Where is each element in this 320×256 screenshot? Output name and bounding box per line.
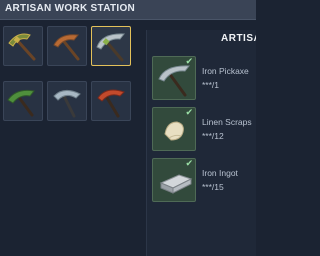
requirement-count: ***/1 [202,80,220,90]
pickaxe-icon [97,89,125,118]
tool-slot-steel-pickaxe[interactable] [47,81,87,121]
requirement-count: ***/12 [202,131,224,141]
tool-slot-bronze-pickaxe[interactable] [47,26,87,66]
artisan-window: ARTISAN WORK STATION ARTIS ✔ Iron Pickax… [0,0,256,256]
check-icon: ✔ [185,159,193,169]
requirement-name: Iron Ingot [202,168,238,178]
title-bar: ARTISAN WORK STATION [0,0,256,20]
requirement-icon-slot: ✔ [152,158,196,202]
pickaxe-icon [8,33,36,61]
recipe-panel: ARTISA ✔ Iron Pickaxe ***/1 ✔ Linen Scra… [146,30,256,256]
requirement-icon-slot: ✔ [152,107,196,151]
pickaxe-icon [53,90,81,118]
window-title: ARTISAN WORK STATION [5,3,136,14]
requirement-icon-slot: ✔ [152,56,196,100]
requirement-iron-pickaxe[interactable]: ✔ Iron Pickaxe ***/1 [152,56,252,104]
panel-heading: ARTISA [221,33,256,44]
requirement-name: Iron Pickaxe [202,66,249,76]
pickaxe-icon [96,33,126,62]
requirement-linen-scraps[interactable]: ✔ Linen Scraps ***/12 [152,107,252,155]
pickaxe-icon [53,34,80,61]
tool-slot-crimson-pickaxe[interactable] [91,81,131,121]
requirement-name: Linen Scraps [202,117,252,127]
requirement-count: ***/15 [202,182,224,192]
tool-slot-iron-pickaxe[interactable] [91,26,131,66]
tool-slot-green-gold-pickaxe[interactable] [3,26,43,66]
pickaxe-icon [7,89,35,117]
requirement-iron-ingot[interactable]: ✔ Iron Ingot ***/15 [152,158,252,206]
tool-slot-jade-pickaxe[interactable] [3,81,43,121]
check-icon: ✔ [185,57,193,67]
check-icon: ✔ [185,108,193,118]
